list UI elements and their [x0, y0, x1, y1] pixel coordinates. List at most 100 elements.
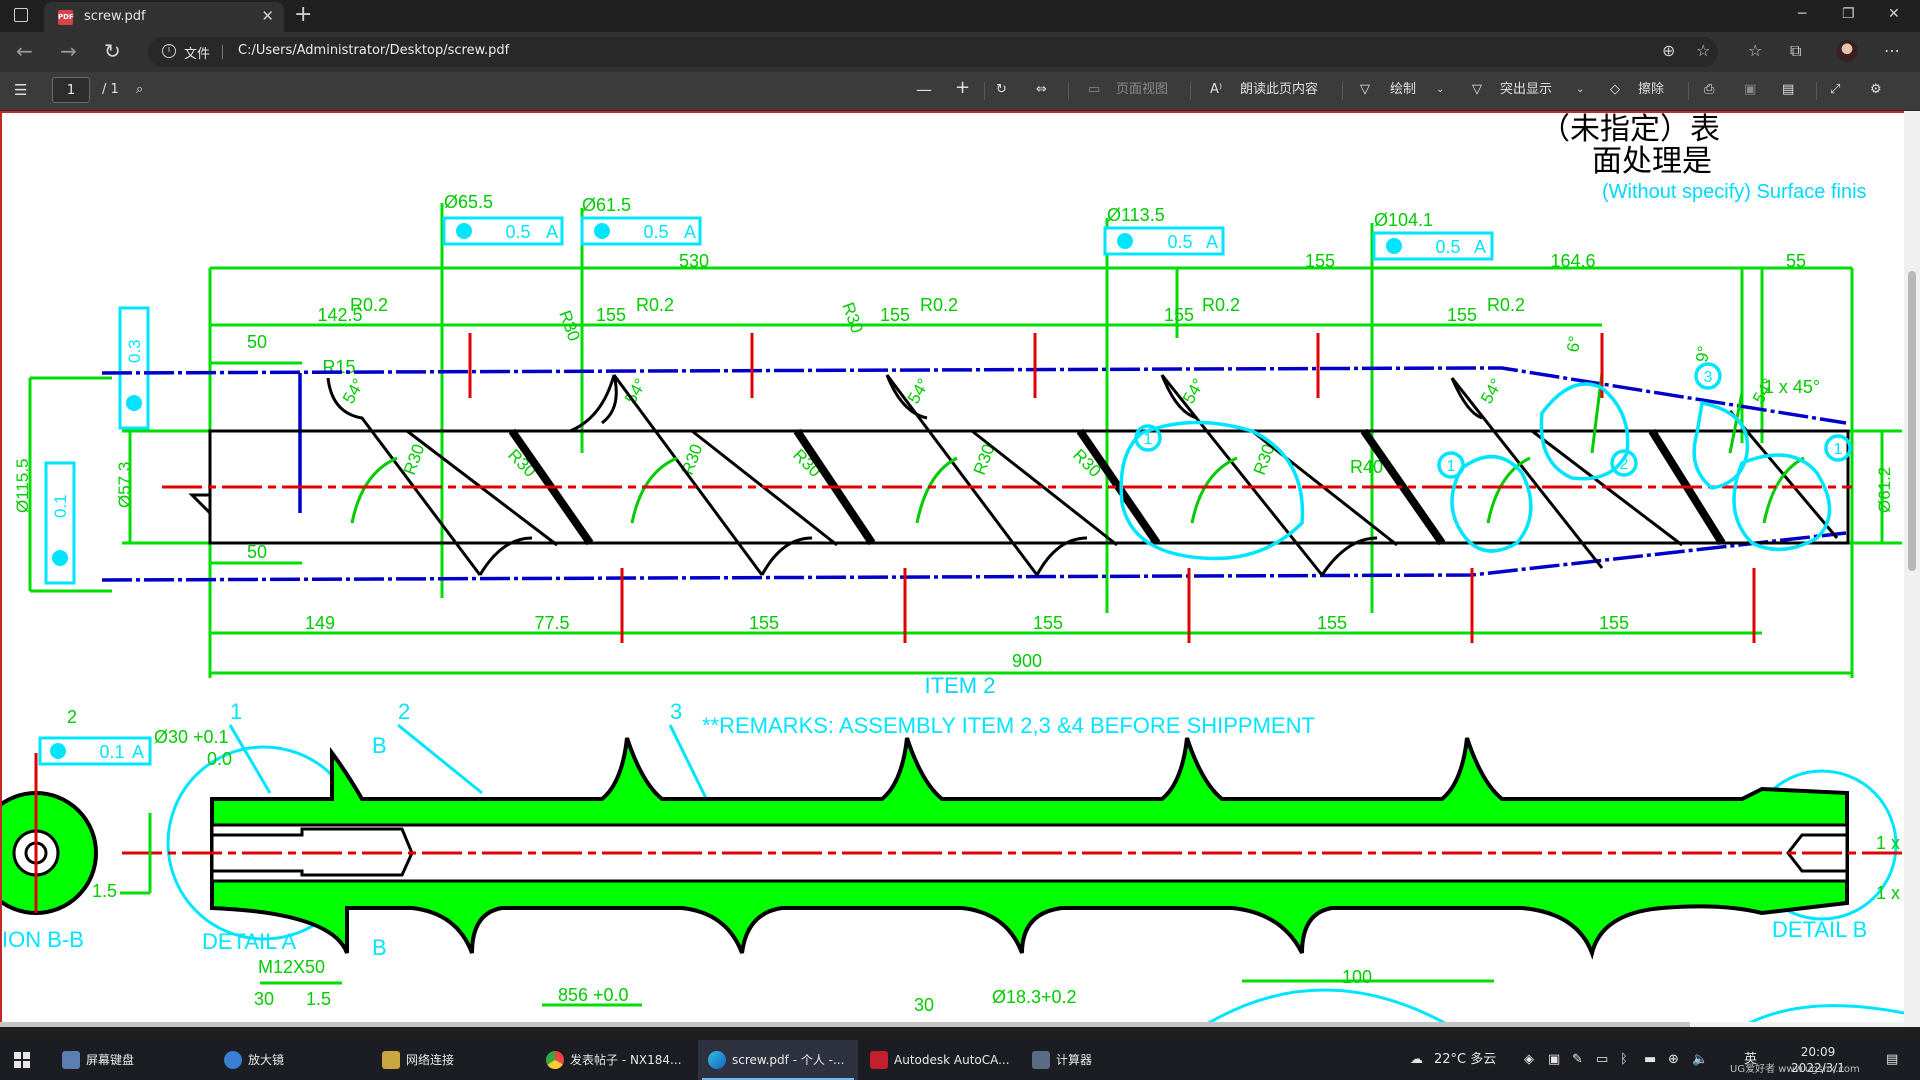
- pdf-toolbar: ☰ 1 / 1 ⌕ — + ↻ ⇔ ▭ 页面视图 A⁾ 朗读此页内容 ▽ 绘制 …: [0, 72, 1920, 111]
- new-tab-button[interactable]: +: [294, 3, 312, 27]
- dim-chamfer-b2: 1 x: [1876, 883, 1900, 903]
- profile-avatar[interactable]: [1836, 40, 1858, 62]
- weather-text[interactable]: 22°C 多云: [1434, 1052, 1496, 1068]
- divider: [222, 45, 223, 59]
- collections-icon[interactable]: ⧉: [1790, 42, 1801, 60]
- favorites-icon[interactable]: ☆: [1748, 42, 1762, 60]
- page-number-input[interactable]: 1: [52, 77, 90, 103]
- header-line-1: （未指定）表: [1540, 113, 1720, 146]
- tab-actions-icon[interactable]: [14, 8, 28, 22]
- dim-dia-57: Ø57.3: [115, 462, 134, 508]
- calculator-icon: [1032, 1051, 1050, 1069]
- add-favorite-icon[interactable]: ☆: [1696, 42, 1710, 60]
- dim-55: 55: [1786, 251, 1806, 271]
- dim-50-top: 50: [247, 332, 267, 352]
- weather-cloud-icon[interactable]: ☁: [1410, 1052, 1423, 1068]
- detail-b-label: DETAIL B: [1772, 917, 1867, 942]
- more-menu-icon[interactable]: ⋯: [1884, 42, 1900, 60]
- read-aloud-button[interactable]: 朗读此页内容: [1240, 82, 1318, 98]
- highlight-icon: ▽: [1472, 82, 1482, 97]
- highlight-options-chevron-icon[interactable]: ⌄: [1576, 82, 1584, 98]
- page-view-button[interactable]: 页面视图: [1116, 82, 1168, 98]
- tol-label-113: Ø113.5: [1107, 205, 1165, 225]
- radius-r30-3: R30: [678, 442, 707, 478]
- forward-button[interactable]: →: [60, 40, 77, 62]
- refresh-button[interactable]: ↻: [104, 40, 121, 62]
- taskbar-item-network[interactable]: 网络连接: [372, 1040, 532, 1080]
- horizontal-scrollbar[interactable]: [0, 1022, 1904, 1027]
- contents-icon[interactable]: ☰: [14, 82, 27, 98]
- minimize-button[interactable]: ─: [1798, 6, 1806, 22]
- windows-start-icon[interactable]: [14, 1052, 30, 1068]
- radius-r02-a: R0.2: [350, 295, 388, 315]
- url-text[interactable]: C:/Users/Administrator/Desktop/screw.pdf: [238, 43, 509, 58]
- radius-r30-9: R30: [838, 300, 867, 336]
- pdf-document-view[interactable]: （未指定）表 面处理是 (Without specify) Surface fi…: [0, 111, 1904, 1027]
- zoom-icon[interactable]: ⊕: [1662, 42, 1675, 60]
- zoom-out-button[interactable]: —: [916, 82, 932, 98]
- taskbar-item-magnifier[interactable]: 放大镜: [214, 1040, 370, 1080]
- bluetooth-icon[interactable]: ᛒ: [1620, 1052, 1628, 1068]
- taskbar-item-chrome[interactable]: 发表帖子 - NX184...: [536, 1040, 696, 1080]
- read-aloud-icon: A⁾: [1210, 82, 1223, 97]
- dim-149: 149: [305, 613, 335, 633]
- tab-screw-pdf[interactable]: PDF screw.pdf ✕: [44, 2, 284, 32]
- taskbar-item-autocad[interactable]: Autodesk AutoCA...: [860, 1040, 1020, 1080]
- shield-icon[interactable]: ◈: [1524, 1052, 1534, 1068]
- dim-155-g: 155: [1317, 613, 1347, 633]
- fit-page-icon[interactable]: ⇔: [1036, 82, 1047, 98]
- dim-155-a: 155: [596, 305, 626, 325]
- tol-datum-4: A: [1474, 237, 1486, 257]
- tol-value-1: 0.5: [505, 222, 530, 242]
- section-mark-bottom: B: [372, 935, 387, 960]
- dim-dia-61: Ø61.2: [1875, 467, 1894, 513]
- back-button[interactable]: ←: [16, 40, 33, 62]
- draw-options-chevron-icon[interactable]: ⌄: [1436, 82, 1444, 98]
- magnifier-icon: [224, 1051, 242, 1069]
- detail-a-label: DETAIL A: [202, 929, 296, 954]
- display-icon[interactable]: ▭: [1596, 1052, 1608, 1068]
- search-icon[interactable]: ⌕: [136, 82, 143, 98]
- section-mark-top: B: [372, 733, 387, 758]
- circled-1c: 1: [1834, 441, 1843, 458]
- erase-button[interactable]: 擦除: [1638, 82, 1664, 98]
- tray-icon[interactable]: ✎: [1572, 1052, 1583, 1068]
- divider: [1190, 82, 1191, 100]
- close-window-button[interactable]: ✕: [1888, 6, 1900, 22]
- radius-r40: R40: [1350, 457, 1383, 477]
- vertical-scrollbar[interactable]: [1904, 111, 1920, 1027]
- battery-icon[interactable]: ▬: [1644, 1052, 1656, 1068]
- app-tray-icon[interactable]: ▣: [1548, 1052, 1560, 1068]
- circled-3: 3: [1704, 369, 1713, 386]
- radius-label: R15: [322, 357, 355, 377]
- taskbar-item-edge[interactable]: screw.pdf - 个人 -...: [698, 1040, 858, 1080]
- close-tab-icon[interactable]: ✕: [261, 7, 274, 25]
- divider: [1068, 82, 1069, 100]
- settings-icon[interactable]: ⚙: [1870, 82, 1882, 98]
- draw-icon: ▽: [1360, 82, 1370, 97]
- restore-button[interactable]: ❐: [1842, 6, 1855, 22]
- zoom-in-button[interactable]: +: [955, 79, 970, 97]
- highlight-button[interactable]: 突出显示: [1500, 82, 1552, 98]
- info-icon[interactable]: i: [162, 44, 176, 58]
- dim-856: 856 +0.0: [558, 985, 629, 1005]
- tol-datum-3: A: [1206, 232, 1218, 252]
- address-bar[interactable]: i 文件 C:/Users/Administrator/Desktop/scre…: [148, 37, 1718, 67]
- hscroll-thumb[interactable]: [0, 1022, 1690, 1027]
- taskbar-item-keyboard[interactable]: 屏幕键盘: [52, 1040, 212, 1080]
- dim-50-bottom: 50: [247, 542, 267, 562]
- autocad-icon: [870, 1051, 888, 1069]
- keyboard-icon: [62, 1051, 80, 1069]
- fullscreen-icon[interactable]: ⤢: [1830, 82, 1840, 98]
- print-icon[interactable]: ⎙: [1704, 82, 1714, 98]
- rotate-icon[interactable]: ↻: [996, 82, 1007, 98]
- save-as-icon[interactable]: ▤: [1782, 82, 1794, 98]
- scrollbar-thumb[interactable]: [1908, 271, 1916, 571]
- draw-button[interactable]: 绘制: [1390, 82, 1416, 98]
- volume-icon[interactable]: 🔈: [1692, 1052, 1708, 1068]
- item-label: ITEM 2: [925, 673, 996, 698]
- network-icon[interactable]: ⊕: [1668, 1052, 1679, 1068]
- taskbar-item-calculator[interactable]: 计算器: [1022, 1040, 1172, 1080]
- balloon-2: 2: [398, 699, 410, 724]
- notification-icon[interactable]: ▤: [1886, 1052, 1898, 1068]
